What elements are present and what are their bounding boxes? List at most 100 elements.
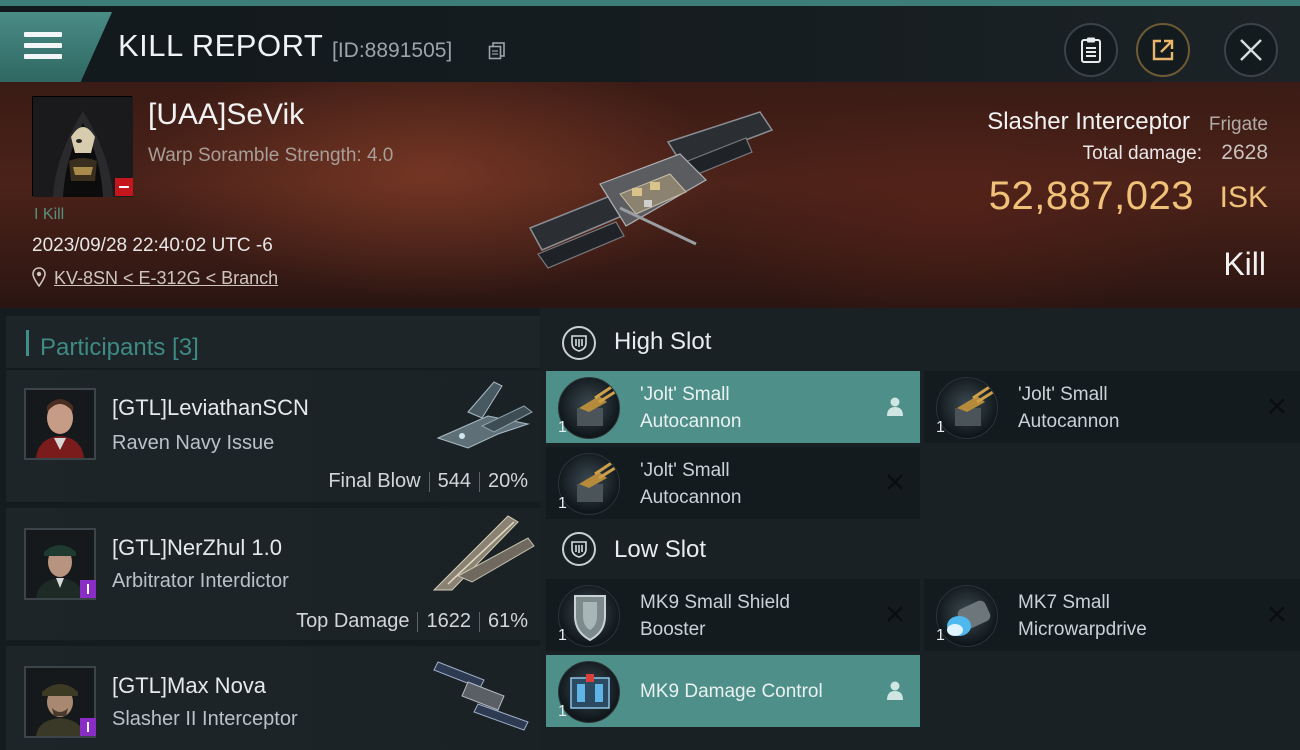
module-name-line2: Microwarpdrive	[1018, 619, 1147, 640]
module-name: MK7 Small Microwarpdrive	[1018, 589, 1248, 643]
low-slot-label: Low Slot	[614, 536, 707, 563]
high-slot-label: High Slot	[614, 328, 712, 355]
module-quantity: 1	[558, 627, 567, 644]
module-quantity: 1	[936, 419, 945, 436]
page-title: KILL REPORT	[118, 28, 324, 63]
victim-ship-name: Slasher Interceptor	[987, 108, 1190, 135]
stats-divider	[478, 471, 480, 492]
module-name: 'Jolt' Small Autocannon	[1018, 381, 1248, 435]
participant-percent: 20%	[487, 470, 528, 492]
module-item[interactable]: 1 MK9 Damage Control	[546, 655, 920, 727]
avatar[interactable]	[24, 388, 96, 460]
hamburger-icon	[24, 32, 62, 62]
participant-row[interactable]: [GTL]LeviathanSCN Raven Navy Issue Final…	[6, 370, 540, 502]
microwarpdrive-icon	[936, 585, 998, 647]
x-icon	[887, 606, 903, 622]
module-name: 'Jolt' Small Autocannon	[640, 381, 870, 435]
kill-datetime: 2023/09/28 22:40:02 UTC -6	[32, 235, 273, 256]
stats-divider	[428, 471, 430, 492]
module-item[interactable]: 1 'Jolt' Small Autocannon	[546, 371, 920, 443]
module-name-line1: MK9 Small Shield	[640, 592, 790, 613]
module-quantity: 1	[558, 703, 567, 720]
participants-panel: Participants [3] [GTL]LeviathanSCN Raven…	[0, 308, 540, 750]
participants-label: Participants [3]	[40, 334, 199, 361]
isk-value: 52,887,023	[988, 174, 1194, 218]
share-button[interactable]	[1136, 23, 1190, 77]
participant-ship: Slasher II Interceptor	[112, 708, 298, 730]
damage-control-icon	[558, 661, 620, 723]
participant-row[interactable]: [GTL]NerZhul 1.0 Arbitrator Interdictor …	[6, 508, 540, 640]
outcome-label: Kill	[1223, 246, 1266, 282]
corp-badge	[80, 718, 96, 736]
header-bar: KILL REPORT [ID:8891505]	[0, 6, 1300, 82]
hostile-badge	[115, 178, 133, 196]
x-icon	[887, 474, 903, 490]
participant-name[interactable]: [GTL]LeviathanSCN	[112, 395, 309, 421]
menu-button[interactable]	[0, 12, 112, 82]
shield-booster-icon	[558, 585, 620, 647]
participant-ship-image	[432, 515, 535, 591]
kill-report-screen: KILL REPORT [ID:8891505] [UAA]SeVik Warp…	[0, 0, 1300, 750]
shield-slot-icon	[562, 326, 596, 360]
high-slot-header: High Slot	[546, 310, 1300, 376]
module-name: MK9 Damage Control	[640, 678, 870, 705]
participant-damage: 1622	[426, 610, 471, 632]
module-name-line2: Booster	[640, 619, 706, 640]
module-name-line1: 'Jolt' Small	[640, 384, 730, 405]
clipboard-icon	[1081, 37, 1101, 63]
total-damage-value: 2628	[1221, 141, 1268, 164]
stats-divider	[417, 611, 419, 632]
module-name-line2: Autocannon	[1018, 411, 1120, 432]
module-name-line2: Autocannon	[640, 487, 742, 508]
autocannon-icon	[558, 453, 620, 515]
copy-icon[interactable]	[488, 42, 506, 60]
share-icon	[1152, 39, 1174, 61]
module-name: MK9 Small Shield Booster	[640, 589, 870, 643]
kills-tag: I Kill	[34, 206, 65, 223]
module-name-line1: 'Jolt' Small	[1018, 384, 1108, 405]
victim-name: [UAA]SeVik	[148, 98, 305, 131]
total-damage-label: Total damage:	[1082, 143, 1202, 164]
stats-divider	[478, 611, 480, 632]
module-item[interactable]: 1 MK7 Small Microwarpdrive	[924, 579, 1300, 651]
participant-row[interactable]: [GTL]Max Nova Slasher II Interceptor	[6, 646, 540, 750]
participant-ship: Raven Navy Issue	[112, 432, 275, 454]
person-icon	[887, 397, 903, 416]
participant-ship-image	[436, 381, 533, 449]
shield-slot-icon	[562, 532, 596, 566]
low-slot-header: Low Slot	[546, 520, 1300, 578]
report-id: [ID:8891505]	[332, 39, 453, 62]
participant-percent: 61%	[487, 610, 528, 632]
warp-scramble-text: Warp Soramble Strength: 4.0	[148, 145, 394, 166]
module-name-line2: Autocannon	[640, 411, 742, 432]
participant-name[interactable]: [GTL]NerZhul 1.0	[112, 535, 282, 561]
person-icon	[887, 681, 903, 700]
module-quantity: 1	[558, 495, 567, 512]
autocannon-icon	[936, 377, 998, 439]
participant-ship-image	[433, 661, 529, 731]
participant-name[interactable]: [GTL]Max Nova	[112, 673, 266, 699]
victim-ship-class: Frigate	[1208, 114, 1268, 135]
participant-ship: Arbitrator Interdictor	[112, 570, 289, 592]
module-name-line1: MK7 Small	[1018, 592, 1110, 613]
module-quantity: 1	[558, 419, 567, 436]
module-name-line1: MK9 Damage Control	[640, 681, 823, 702]
participant-avatar-image	[26, 390, 94, 458]
close-icon	[1240, 39, 1262, 61]
participant-stats: Final Blow 544 20%	[328, 470, 528, 493]
isk-unit: ISK	[1219, 181, 1268, 214]
clipboard-button[interactable]	[1064, 23, 1118, 77]
module-item[interactable]: 1 MK9 Small Shield Booster	[546, 579, 920, 651]
module-quantity: 1	[936, 627, 945, 644]
participant-damage: 544	[437, 470, 471, 492]
participant-stats: Top Damage 1622 61%	[296, 610, 528, 633]
participant-role: Top Damage	[296, 610, 410, 632]
x-icon	[1269, 606, 1285, 622]
module-name-line1: 'Jolt' Small	[640, 460, 730, 481]
module-item[interactable]: 1 'Jolt' Small Autocannon	[546, 447, 920, 519]
location-pin-icon	[32, 267, 46, 287]
location-link[interactable]: KV-8SN < E-312G < Branch	[54, 268, 278, 289]
close-button[interactable]	[1224, 23, 1278, 77]
module-item[interactable]: 1 'Jolt' Small Autocannon	[924, 371, 1300, 443]
next-slot-header	[546, 738, 1300, 750]
